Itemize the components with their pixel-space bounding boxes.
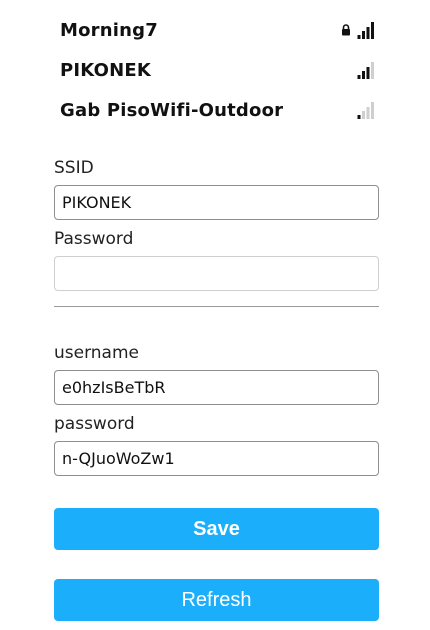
lock-icon <box>341 24 351 36</box>
refresh-button[interactable]: Refresh <box>54 579 379 621</box>
user-password-input[interactable] <box>54 441 379 476</box>
wifi-network-ssid: Gab PisoWifi-Outdoor <box>60 99 284 121</box>
ssid-input[interactable] <box>54 185 379 220</box>
section-divider <box>54 306 379 307</box>
wifi-network-meta <box>341 21 375 39</box>
signal-bar <box>362 111 365 119</box>
save-button[interactable]: Save <box>54 508 379 550</box>
wifi-network-meta <box>357 101 375 119</box>
signal-bar <box>371 102 374 119</box>
signal-strength-icon <box>357 61 375 79</box>
signal-bar <box>371 62 374 79</box>
wifi-network-ssid: PIKONEK <box>60 59 152 81</box>
signal-bar <box>362 71 365 79</box>
signal-bar <box>357 115 361 119</box>
password-label: Password <box>54 229 134 249</box>
username-label: username <box>54 343 139 363</box>
password-input[interactable] <box>54 256 379 291</box>
signal-bar <box>366 67 370 79</box>
wifi-network-item[interactable]: Morning7 <box>60 10 375 50</box>
signal-bar <box>357 35 361 39</box>
wifi-network-list: Morning7 PIKONEK Gab PisoWifi-Outdoor <box>60 10 375 130</box>
signal-bar <box>362 31 365 39</box>
signal-bar <box>366 27 370 39</box>
wifi-network-item[interactable]: PIKONEK <box>60 50 375 90</box>
username-input[interactable] <box>54 370 379 405</box>
ssid-label: SSID <box>54 158 94 178</box>
signal-bar <box>357 75 361 79</box>
signal-strength-icon <box>357 101 375 119</box>
wifi-network-ssid: Morning7 <box>60 19 158 41</box>
signal-bar <box>371 22 374 39</box>
signal-strength-icon <box>357 21 375 39</box>
wifi-network-item[interactable]: Gab PisoWifi-Outdoor <box>60 90 375 130</box>
wifi-network-meta <box>357 61 375 79</box>
signal-bar <box>366 107 370 119</box>
user-password-label: password <box>54 414 135 434</box>
